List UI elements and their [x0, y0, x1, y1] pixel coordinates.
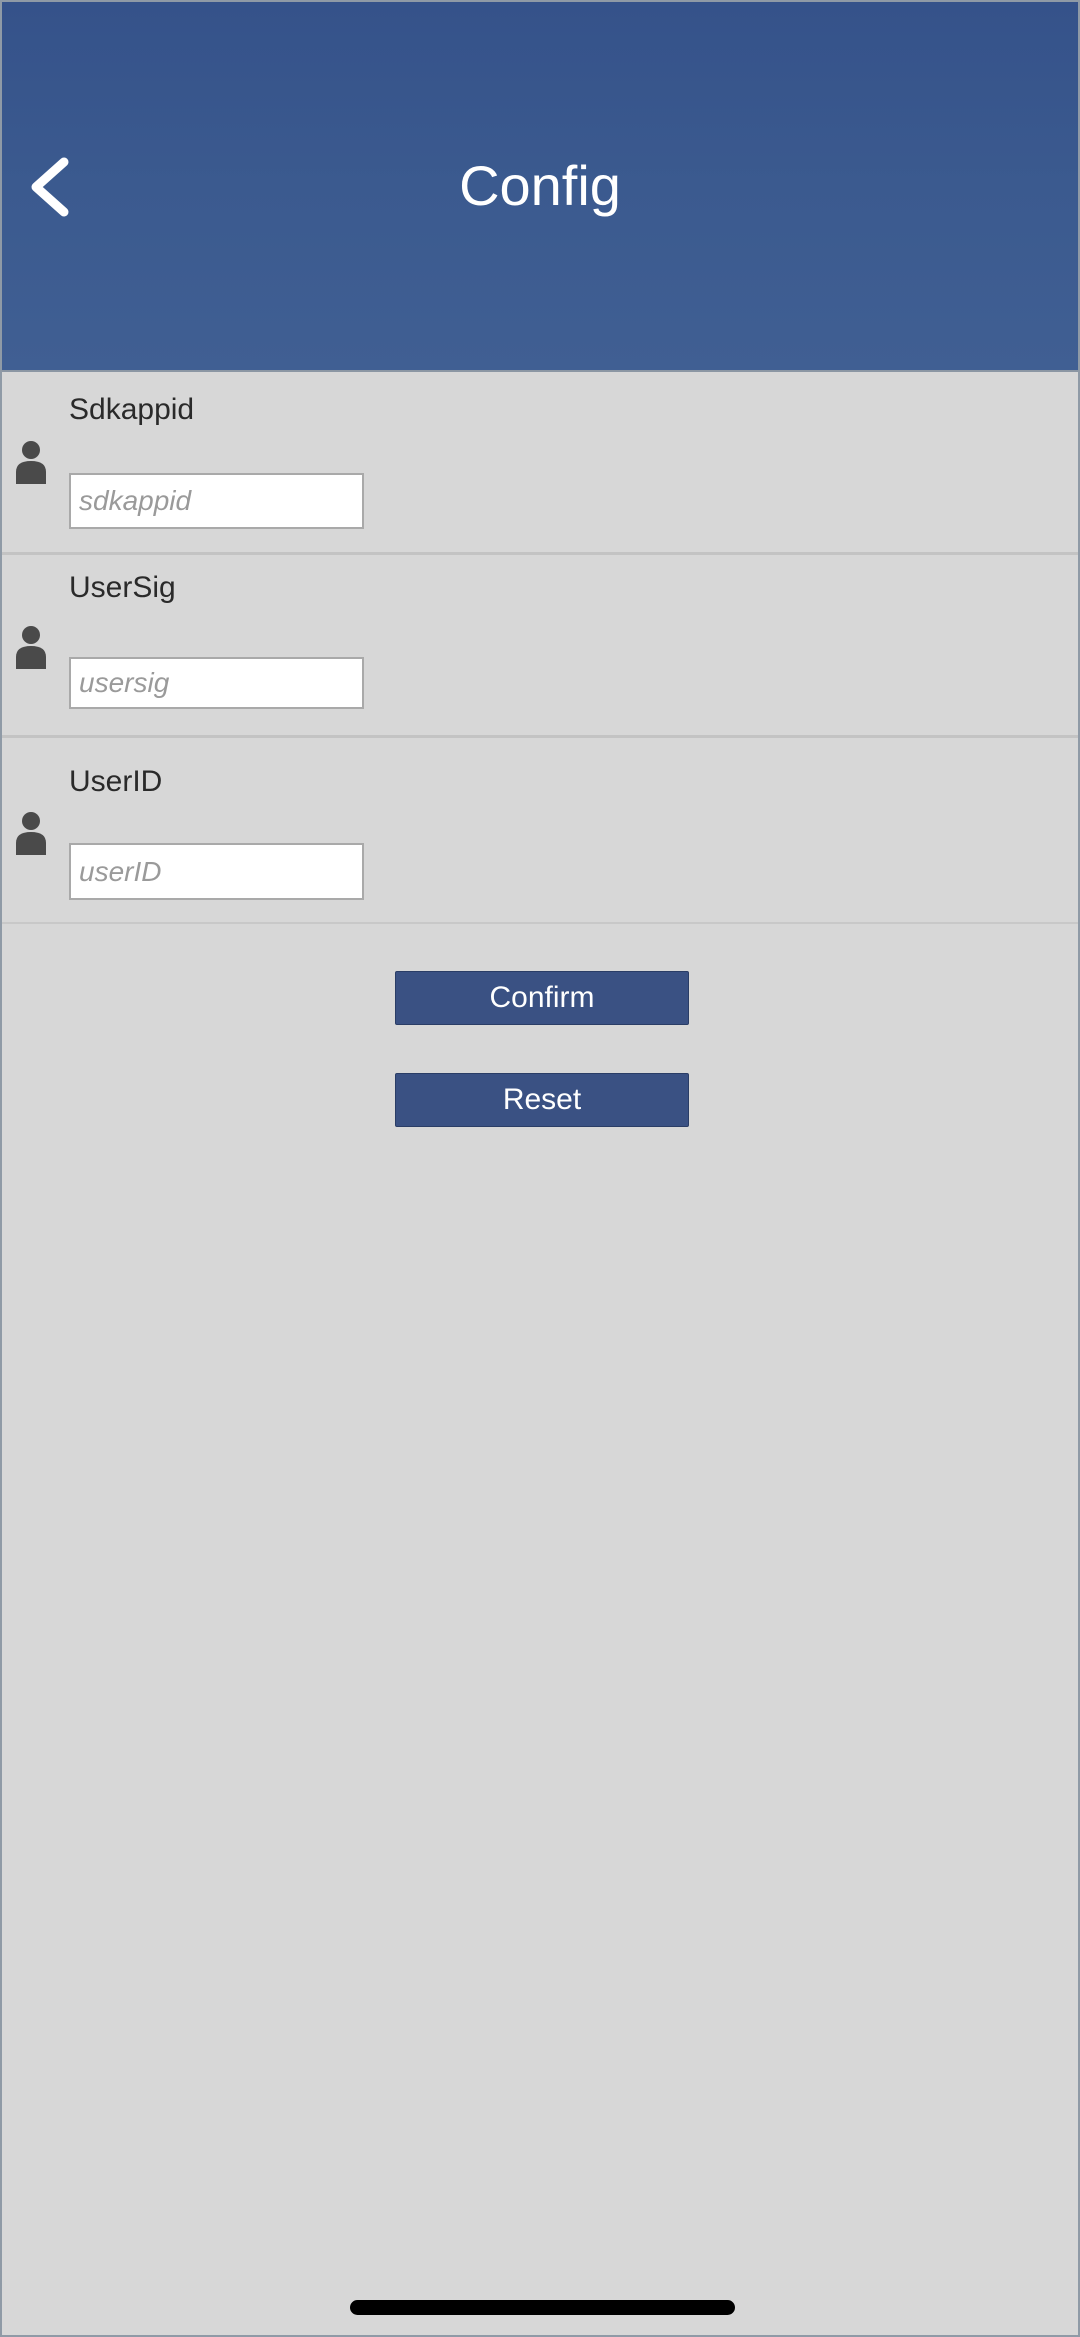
sdkappid-input[interactable]	[69, 473, 364, 529]
field-row-usersig: UserSig	[2, 558, 1078, 738]
user-icon	[16, 626, 46, 669]
header-bar: Config	[2, 2, 1078, 372]
usersig-input[interactable]	[69, 657, 364, 709]
field-row-sdkappid: Sdkappid	[2, 372, 1078, 555]
reset-button[interactable]: Reset	[395, 1073, 689, 1127]
user-icon	[16, 441, 46, 484]
field-row-userid: UserID	[2, 742, 1078, 924]
field-label: UserID	[69, 765, 163, 798]
config-screen: Config Sdkappid UserSig UserID Confirm R…	[0, 0, 1080, 2337]
userid-input[interactable]	[69, 843, 364, 900]
page-title: Config	[459, 154, 621, 217]
confirm-button[interactable]: Confirm	[395, 971, 689, 1025]
home-indicator[interactable]	[350, 2300, 735, 2315]
field-label: UserSig	[69, 571, 176, 604]
user-icon	[16, 812, 46, 855]
field-label: Sdkappid	[69, 393, 195, 426]
